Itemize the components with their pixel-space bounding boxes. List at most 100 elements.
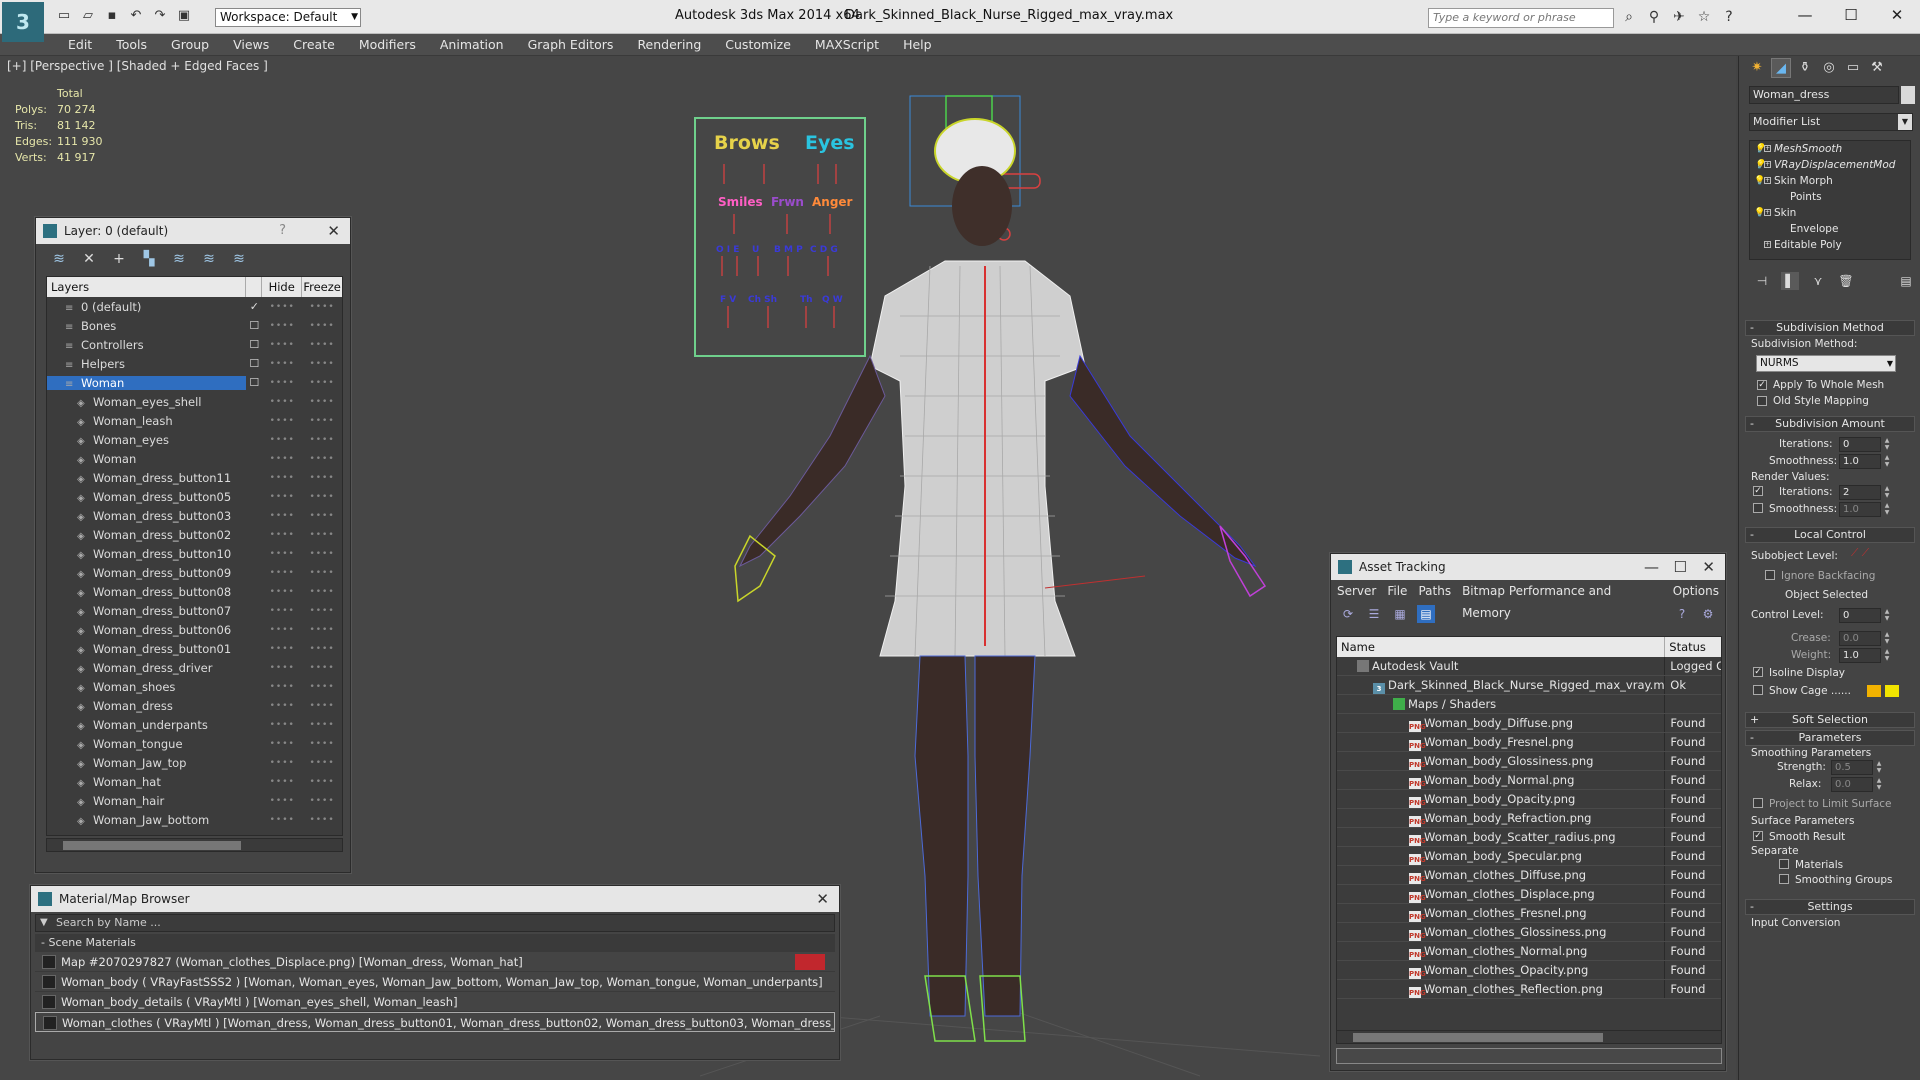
asset-row[interactable]: PNGWoman_clothes_Reflection.png Found [1337,980,1721,999]
hide-all-icon[interactable]: ≋ [199,250,219,268]
app-logo-icon[interactable]: 3 [2,2,44,42]
layer-object-row[interactable]: ◈ Woman_dress_button05 •••• •••• [47,487,342,506]
layer-object-row[interactable]: ◈ Woman •••• •••• [47,449,342,468]
motion-tab-icon[interactable]: ◎ [1819,58,1839,78]
name-column-header[interactable]: Name [1337,637,1666,657]
menu-help[interactable]: Help [891,34,944,55]
layer-object-row[interactable]: ◈ Woman_Jaw_bottom •••• •••• [47,810,342,829]
expand-icon[interactable]: + [1764,177,1771,184]
layer-row[interactable]: ≡ Controllers ☐ •••• •••• [47,335,342,354]
subdivision-method-rollout[interactable]: - Subdivision Method [1745,320,1915,336]
layer-row[interactable]: ≡ Bones ☐ •••• •••• [47,316,342,335]
asset-menu-options[interactable]: Options [1673,580,1719,602]
material-search-input[interactable]: ▼ Search by Name ... [35,914,835,932]
freeze-toggle[interactable]: •••• [302,758,342,768]
freeze-toggle[interactable]: •••• [302,777,342,787]
modifier-subobject-item[interactable]: Envelope [1750,221,1910,237]
display-tab-icon[interactable]: ▭ [1843,58,1863,78]
menu-edit[interactable]: Edit [56,34,104,55]
hide-toggle[interactable]: •••• [262,378,302,388]
hide-column-header[interactable]: Hide [262,277,303,297]
layer-object-row[interactable]: ◈ Woman_dress_button07 •••• •••• [47,601,342,620]
create-tab-icon[interactable]: ✷ [1747,58,1767,78]
current-layer-checkbox[interactable]: ☐ [246,338,262,351]
current-layer-checkbox[interactable]: ☐ [246,319,262,332]
layer-horizontal-scrollbar[interactable] [46,838,343,852]
expand-icon[interactable]: + [1764,241,1771,248]
vault-icon[interactable]: ⚙ [1699,605,1717,623]
old-style-mapping-checkbox[interactable] [1757,396,1767,406]
asset-row[interactable]: PNGWoman_body_Normal.png Found [1337,771,1721,790]
maximize-button[interactable]: ☐ [1828,0,1874,30]
hide-toggle[interactable]: •••• [262,701,302,711]
help-icon[interactable]: ? [279,218,286,244]
highlight-layer-icon[interactable]: ≋ [169,250,189,268]
layer-object-row[interactable]: ◈ Woman_dress_button02 •••• •••• [47,525,342,544]
freeze-toggle[interactable]: •••• [302,473,342,483]
material-browser-titlebar[interactable]: Material/Map Browser ✕ [31,886,839,912]
layer-object-row[interactable]: ◈ Woman_tongue •••• •••• [47,734,342,753]
hide-toggle[interactable]: •••• [262,359,302,369]
menu-create[interactable]: Create [281,34,347,55]
hide-toggle[interactable]: •••• [262,606,302,616]
menu-tools[interactable]: Tools [104,34,159,55]
hide-toggle[interactable]: •••• [262,397,302,407]
delete-layer-icon[interactable]: ✕ [79,250,99,268]
subscription-icon[interactable]: ⚲ [1645,8,1663,26]
layer-panel-titlebar[interactable]: Layer: 0 (default) ? ✕ [36,218,350,244]
minimize-icon[interactable]: — [1644,554,1659,580]
current-layer-checkbox[interactable]: ☐ [246,376,262,389]
hide-toggle[interactable]: •••• [262,796,302,806]
layer-row[interactable]: ≡ Woman ☐ •••• •••• [47,373,342,392]
list-view-icon[interactable]: ☰ [1365,605,1383,623]
hide-toggle[interactable]: •••• [262,416,302,426]
close-icon[interactable]: ✕ [327,218,340,244]
hide-toggle[interactable]: •••• [262,777,302,787]
freeze-toggle[interactable]: •••• [302,321,342,331]
spinner-arrows-icon[interactable]: ▲ ▼ [1883,502,1891,517]
layer-object-row[interactable]: ◈ Woman_dress_button10 •••• •••• [47,544,342,563]
minimize-button[interactable]: — [1782,0,1828,30]
spinner-arrows-icon[interactable]: ▲ ▼ [1883,454,1891,469]
asset-row[interactable]: PNGWoman_clothes_Normal.png Found [1337,942,1721,961]
hide-toggle[interactable]: •••• [262,302,302,312]
separate-materials-checkbox[interactable] [1779,859,1789,869]
expand-icon[interactable]: + [1764,209,1771,216]
asset-row[interactable]: PNGWoman_clothes_Diffuse.png Found [1337,866,1721,885]
hide-toggle[interactable]: •••• [262,625,302,635]
hide-toggle[interactable]: •••• [262,739,302,749]
iterations-spinner[interactable]: 0 [1839,437,1881,452]
asset-row[interactable]: PNGWoman_clothes_Displace.png Found [1337,885,1721,904]
layer-object-row[interactable]: ◈ Woman_leash •••• •••• [47,411,342,430]
layer-row[interactable]: ≡ Helpers ☐ •••• •••• [47,354,342,373]
strength-spinner[interactable]: 0.5 [1831,760,1873,775]
hide-toggle[interactable]: •••• [262,340,302,350]
material-list-item[interactable]: Map #2070297827 (Woman_clothes_Displace.… [35,952,835,972]
expand-icon[interactable]: + [1764,161,1771,168]
layer-object-row[interactable]: ◈ Woman_shoes •••• •••• [47,677,342,696]
control-level-spinner[interactable]: 0 [1839,608,1881,623]
hide-toggle[interactable]: •••• [262,454,302,464]
freeze-toggle[interactable]: •••• [302,454,342,464]
cage-selection-color-swatch[interactable] [1885,685,1899,697]
asset-menu-paths[interactable]: Paths [1418,580,1451,602]
thumbnail-view-icon[interactable]: ▦ [1391,605,1409,623]
asset-horizontal-scrollbar[interactable] [1336,1030,1722,1044]
new-file-icon[interactable]: ▭ [56,8,72,24]
add-to-layer-icon[interactable]: + [109,250,129,268]
layers-column-header[interactable]: Layers [47,277,247,297]
hide-toggle[interactable]: •••• [262,663,302,673]
freeze-toggle[interactable]: •••• [302,796,342,806]
layer-object-row[interactable]: ◈ Woman_dress •••• •••• [47,696,342,715]
asset-row[interactable]: 3 Dark_Skinned_Black_Nurse_Rigged_max_vra… [1337,676,1721,695]
hide-toggle[interactable]: •••• [262,644,302,654]
freeze-toggle[interactable]: •••• [302,606,342,616]
asset-row[interactable]: PNGWoman_body_Specular.png Found [1337,847,1721,866]
soft-selection-rollout[interactable]: + Soft Selection [1745,712,1915,728]
maximize-icon[interactable]: ☐ [1674,554,1687,580]
project-folder-icon[interactable]: ▣ [176,8,192,24]
freeze-toggle[interactable]: •••• [302,682,342,692]
new-layer-icon[interactable]: ≋ [49,250,69,268]
weight-spinner[interactable]: 1.0 [1839,648,1881,663]
spinner-arrows-icon[interactable]: ▲ ▼ [1875,760,1883,775]
